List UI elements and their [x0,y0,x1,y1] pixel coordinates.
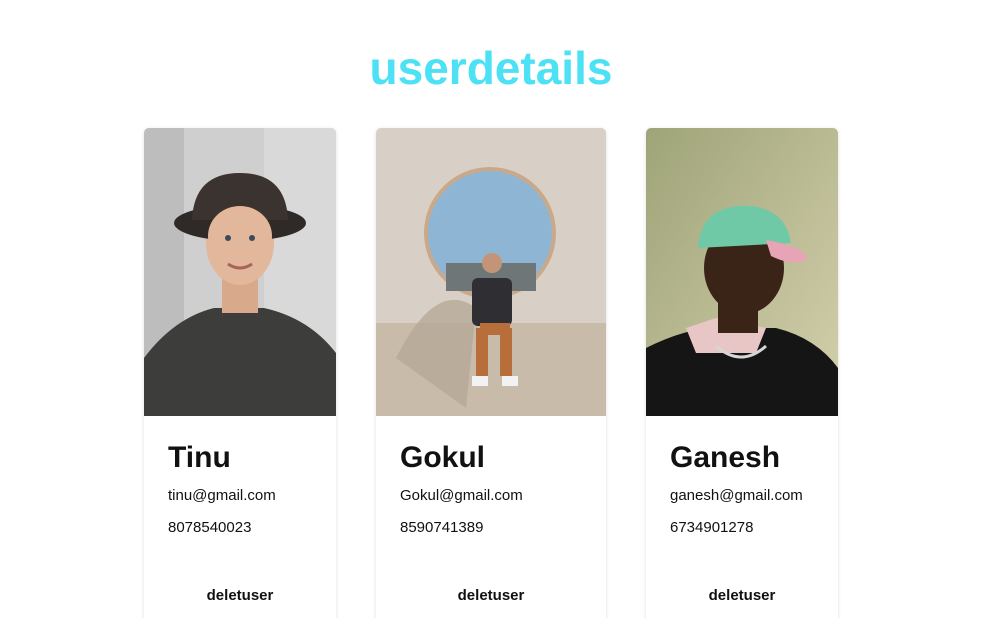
user-card-tinu: Tinu tinu@gmail.com 8078540023 deletuser [144,128,336,618]
delete-user-button[interactable]: deletuser [376,584,606,608]
user-email: ganesh@gmail.com [670,487,803,504]
page: userdetails Tinu tinu@gmail.com 80785400… [0,0,982,618]
user-email: tinu@gmail.com [168,487,276,504]
user-phone: 8078540023 [168,519,252,536]
user-card-gokul: Gokul Gokul@gmail.com 8590741389 deletus… [376,128,606,618]
user-photo [376,128,606,416]
user-name: Ganesh [670,441,781,474]
user-email: Gokul@gmail.com [400,487,523,504]
user-name: Gokul [400,441,486,474]
delete-user-button[interactable]: deletuser [144,584,336,608]
user-photo [144,128,336,416]
user-phone: 8590741389 [400,519,484,536]
user-phone: 6734901278 [670,519,754,536]
user-name: Tinu [168,441,231,474]
delete-user-button[interactable]: deletuser [646,584,838,608]
page-title: userdetails [369,42,613,94]
user-card-ganesh: Ganesh ganesh@gmail.com 6734901278 delet… [646,128,838,618]
user-photo [646,128,838,416]
